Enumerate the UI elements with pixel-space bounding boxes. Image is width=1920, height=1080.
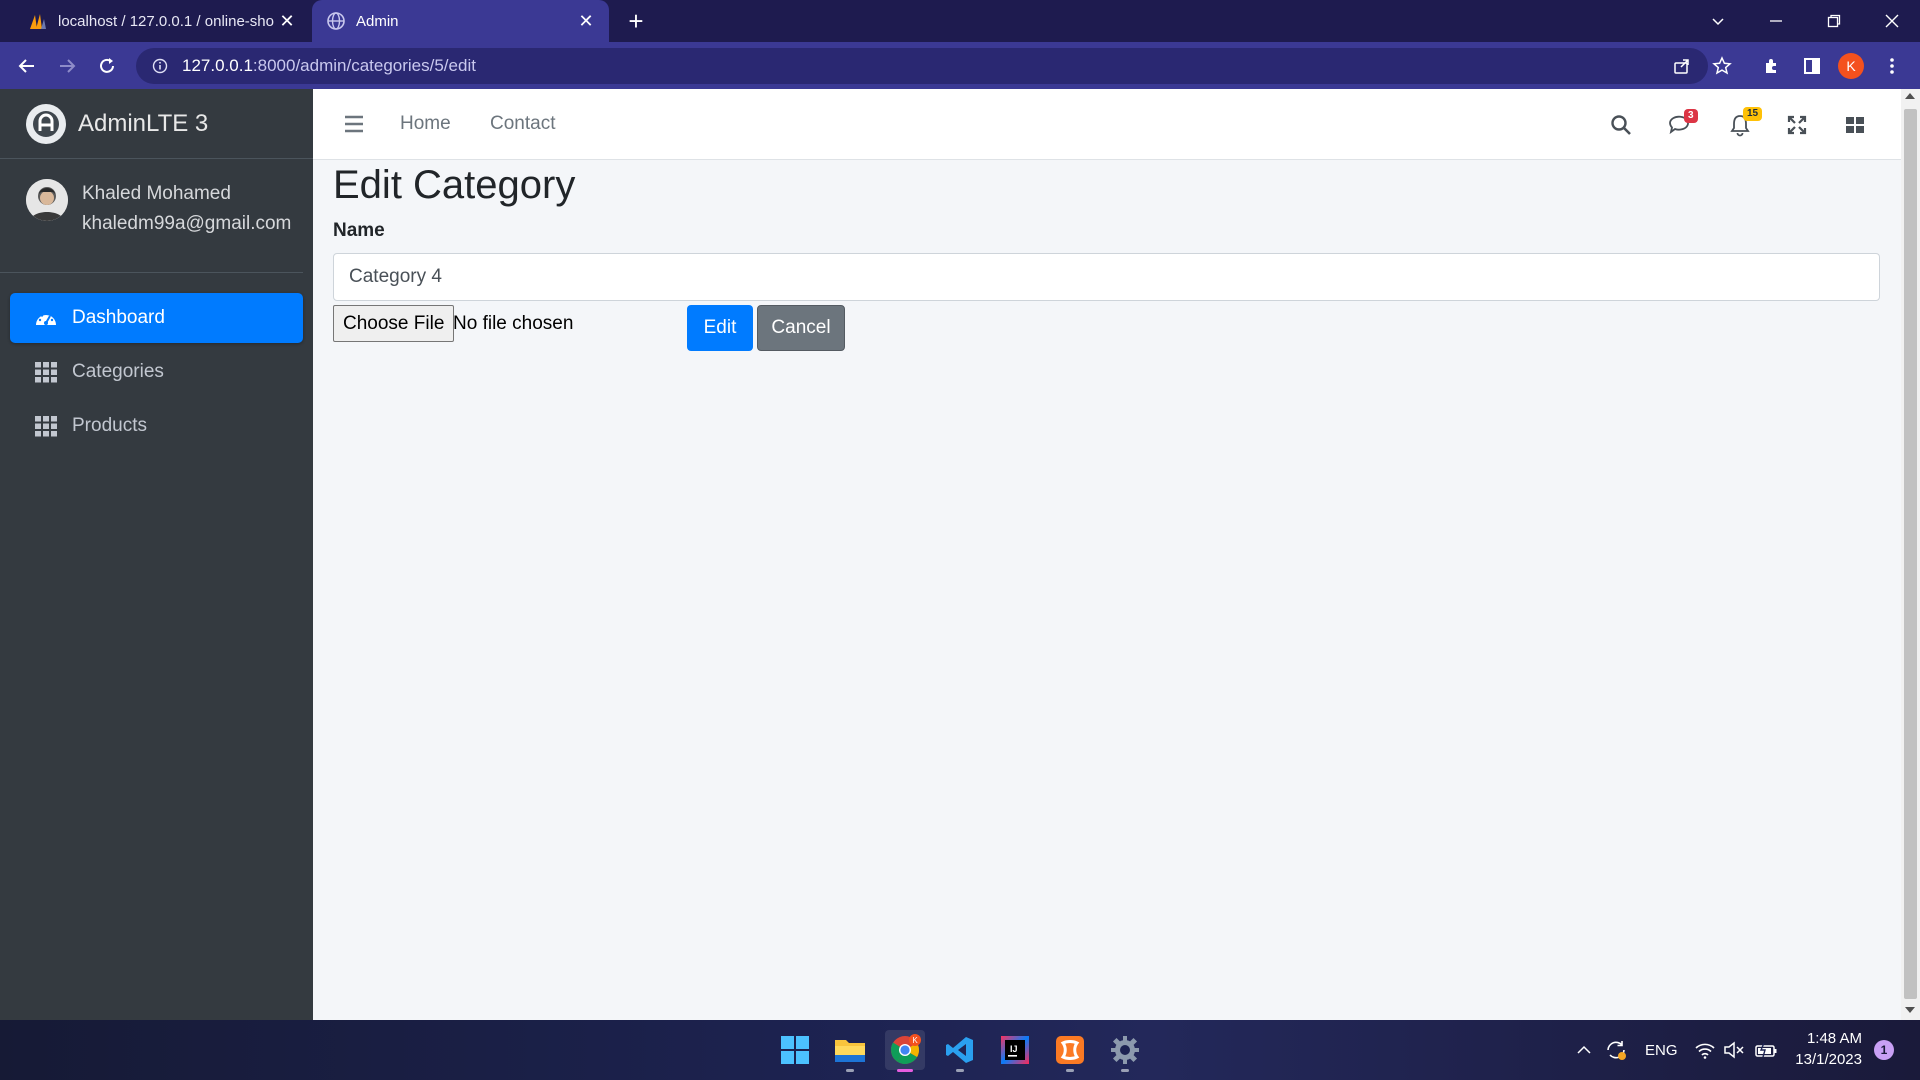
- user-email: khaledm99a@gmail.com: [82, 213, 292, 234]
- running-indicator: [956, 1069, 964, 1072]
- svg-text:IJ: IJ: [1010, 1044, 1018, 1054]
- windows-taskbar: K IJ ENG 1:48 AM 13/1/2023 1: [0, 1020, 1920, 1080]
- name-input[interactable]: [333, 253, 1880, 301]
- edit-button[interactable]: Edit: [687, 305, 753, 351]
- volume-muted-icon[interactable]: [1723, 1020, 1745, 1080]
- adminlte-logo-icon: [26, 103, 66, 144]
- site-info-icon[interactable]: [152, 58, 168, 74]
- forward-icon[interactable]: [51, 50, 83, 82]
- running-indicator: [1121, 1069, 1129, 1072]
- tab-admin[interactable]: Admin ✕: [312, 0, 609, 42]
- close-tab-icon[interactable]: ✕: [577, 11, 595, 31]
- nav-link-contact[interactable]: Contact: [490, 113, 555, 135]
- battery-icon[interactable]: [1754, 1020, 1778, 1080]
- grid-icon: [35, 416, 57, 437]
- user-name: Khaled Mohamed: [82, 183, 231, 204]
- chrome-icon[interactable]: K: [885, 1030, 925, 1072]
- search-icon[interactable]: [1607, 111, 1635, 139]
- notification-count-badge[interactable]: 1: [1874, 1040, 1894, 1060]
- page-title: Edit Category: [333, 163, 576, 207]
- grid-icon: [35, 362, 57, 383]
- side-panel-icon[interactable]: [1798, 52, 1826, 80]
- address-bar[interactable]: 127.0.0.1:8000/admin/categories/5/edit: [136, 48, 1708, 84]
- clock[interactable]: 1:48 AM 13/1/2023: [1790, 1028, 1862, 1070]
- reload-icon[interactable]: [91, 50, 123, 82]
- top-navbar: Home Contact 3 15: [313, 89, 1901, 160]
- messages-badge: 3: [1684, 109, 1698, 123]
- intellij-icon[interactable]: IJ: [995, 1030, 1035, 1070]
- choose-file-button[interactable]: Choose File: [333, 305, 455, 342]
- new-tab-button[interactable]: +: [622, 8, 650, 36]
- nav-link-home[interactable]: Home: [400, 113, 451, 135]
- browser-toolbar: 127.0.0.1:8000/admin/categories/5/edit K: [0, 42, 1920, 89]
- fullscreen-icon[interactable]: [1783, 111, 1811, 139]
- notifications-badge: 15: [1743, 107, 1763, 121]
- main-content: Edit Category Name Choose File No file c…: [313, 160, 1901, 1020]
- show-hidden-icons[interactable]: [1576, 1020, 1592, 1080]
- bookmark-star-icon[interactable]: [1708, 52, 1736, 80]
- xampp-icon[interactable]: [1050, 1030, 1090, 1072]
- minimize-icon[interactable]: [1748, 0, 1804, 42]
- scroll-thumb[interactable]: [1904, 109, 1917, 999]
- cancel-button[interactable]: Cancel: [757, 305, 845, 351]
- sidebar-item-label: Dashboard: [72, 307, 165, 328]
- brand-link[interactable]: AdminLTE 3: [0, 89, 313, 159]
- vscode-icon[interactable]: [940, 1030, 980, 1072]
- tab-title: Admin: [356, 12, 399, 30]
- tab-title: localhost / 127.0.0.1 / online-sho: [58, 12, 274, 30]
- dashboard-icon: [36, 312, 56, 325]
- sidebar: AdminLTE 3 Khaled Mohamed khaledm99a@gma…: [0, 89, 313, 1020]
- svg-text:K: K: [912, 1036, 918, 1045]
- name-label: Name: [333, 220, 385, 241]
- tab-phpmyadmin[interactable]: localhost / 127.0.0.1 / online-sho ✕: [14, 0, 310, 42]
- messages-icon[interactable]: 3: [1666, 109, 1698, 139]
- page-scrollbar[interactable]: [1901, 89, 1920, 1020]
- sidebar-nav: Dashboard Categories Products: [0, 273, 313, 475]
- globe-icon: [326, 11, 346, 31]
- running-indicator: [846, 1069, 854, 1072]
- settings-icon[interactable]: [1105, 1030, 1145, 1072]
- file-status-text: No file chosen: [453, 313, 574, 334]
- brand-text: AdminLTE 3: [78, 109, 209, 137]
- sidebar-item-dashboard[interactable]: Dashboard: [10, 293, 303, 343]
- form-actions: Choose File No file chosen Edit Cancel: [333, 303, 1881, 353]
- menu-toggle-icon[interactable]: [343, 113, 365, 135]
- clock-time: 1:48 AM: [1806, 1030, 1862, 1047]
- tab-search-icon[interactable]: [1690, 0, 1746, 42]
- url-path: :8000/admin/categories/5/edit: [252, 56, 476, 75]
- profile-avatar[interactable]: K: [1838, 53, 1864, 79]
- scroll-up-arrow-icon[interactable]: [1905, 93, 1915, 99]
- windows-start-icon[interactable]: [775, 1030, 815, 1070]
- close-window-icon[interactable]: [1864, 0, 1920, 42]
- avatar: [26, 179, 68, 221]
- sidebar-item-products[interactable]: Products: [10, 401, 303, 451]
- running-indicator: [1066, 1069, 1074, 1072]
- more-menu-icon[interactable]: [1878, 52, 1906, 80]
- browser-tab-bar: localhost / 127.0.0.1 / online-sho ✕ Adm…: [0, 0, 1920, 42]
- scroll-down-arrow-icon[interactable]: [1905, 1007, 1915, 1013]
- back-icon[interactable]: [11, 50, 43, 82]
- sync-icon[interactable]: [1604, 1020, 1628, 1080]
- sidebar-item-label: Products: [72, 415, 147, 436]
- sidebar-item-categories[interactable]: Categories: [10, 347, 303, 397]
- extensions-icon[interactable]: [1758, 52, 1786, 80]
- url-host: 127.0.0.1: [182, 56, 253, 75]
- running-indicator: [897, 1069, 913, 1072]
- bell-icon[interactable]: 15: [1726, 107, 1763, 139]
- control-sidebar-icon[interactable]: [1841, 111, 1869, 139]
- wifi-icon[interactable]: [1694, 1020, 1716, 1080]
- restore-icon[interactable]: [1806, 0, 1862, 42]
- file-explorer-icon[interactable]: [830, 1030, 870, 1072]
- clock-date: 13/1/2023: [1795, 1051, 1862, 1068]
- language-indicator[interactable]: ENG: [1645, 1020, 1678, 1080]
- url-text: 127.0.0.1:8000/admin/categories/5/edit: [182, 56, 476, 76]
- phpmyadmin-icon: [28, 11, 48, 31]
- sidebar-item-label: Categories: [72, 361, 164, 382]
- user-panel[interactable]: Khaled Mohamed khaledm99a@gmail.com: [0, 159, 303, 273]
- share-icon[interactable]: [1668, 52, 1696, 80]
- close-tab-icon[interactable]: ✕: [278, 11, 296, 31]
